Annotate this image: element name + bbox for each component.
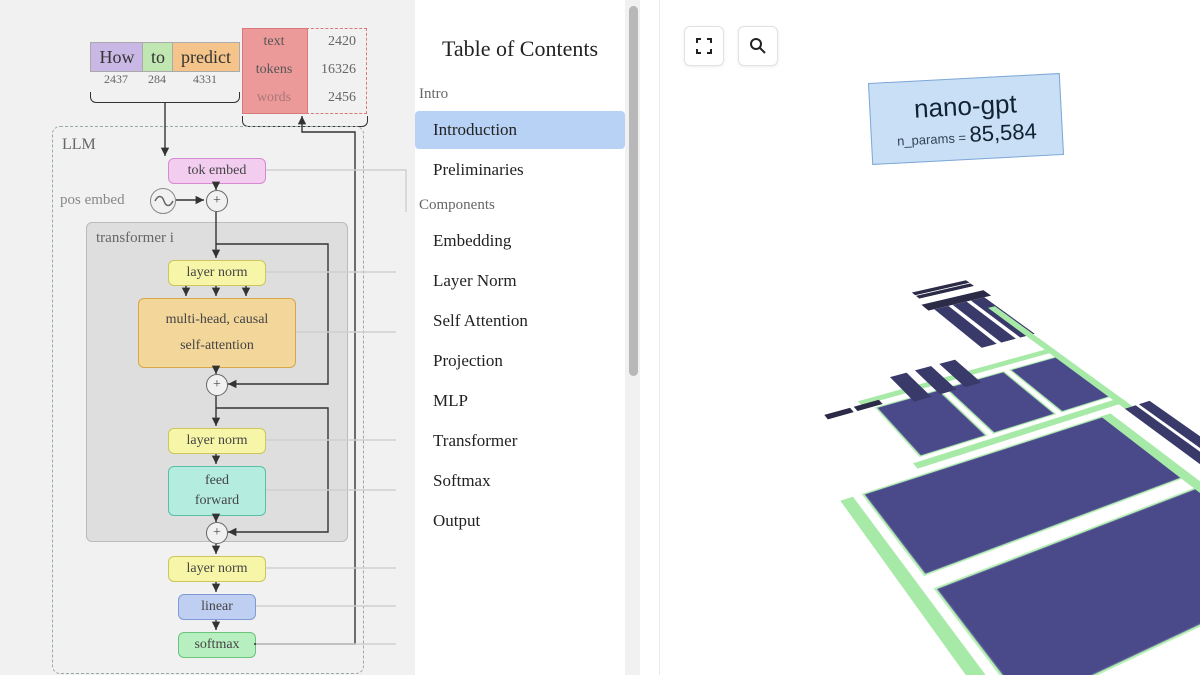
- fullscreen-button[interactable]: [684, 26, 724, 66]
- model-3d-visualization[interactable]: [790, 170, 1190, 670]
- fullscreen-icon: [695, 37, 713, 55]
- visualization-pane[interactable]: nano-gpt n_params = 85,584: [660, 0, 1200, 675]
- toc-item-self-attention[interactable]: Self Attention: [415, 302, 625, 340]
- diagram-pane: How to predict 2437 284 4331 text tokens…: [0, 0, 640, 675]
- toc-item-introduction[interactable]: Introduction: [415, 111, 625, 149]
- toc-title: Table of Contents: [415, 20, 625, 80]
- search-icon: [749, 37, 767, 55]
- toc-item-output[interactable]: Output: [415, 502, 625, 540]
- toc-item-transformer[interactable]: Transformer: [415, 422, 625, 460]
- toc-item-embedding[interactable]: Embedding: [415, 222, 625, 260]
- toc-section-intro: Intro: [415, 80, 625, 109]
- toc-item-layer-norm[interactable]: Layer Norm: [415, 262, 625, 300]
- search-button[interactable]: [738, 26, 778, 66]
- toc-item-softmax[interactable]: Softmax: [415, 462, 625, 500]
- toc-item-projection[interactable]: Projection: [415, 342, 625, 380]
- toc-item-preliminaries[interactable]: Preliminaries: [415, 151, 625, 189]
- scrollbar-thumb[interactable]: [629, 6, 638, 376]
- model-card[interactable]: nano-gpt n_params = 85,584: [868, 73, 1064, 165]
- toc-section-components: Components: [415, 191, 625, 220]
- toc-item-mlp[interactable]: MLP: [415, 382, 625, 420]
- toc-panel: Table of Contents Intro Introduction Pre…: [415, 0, 625, 675]
